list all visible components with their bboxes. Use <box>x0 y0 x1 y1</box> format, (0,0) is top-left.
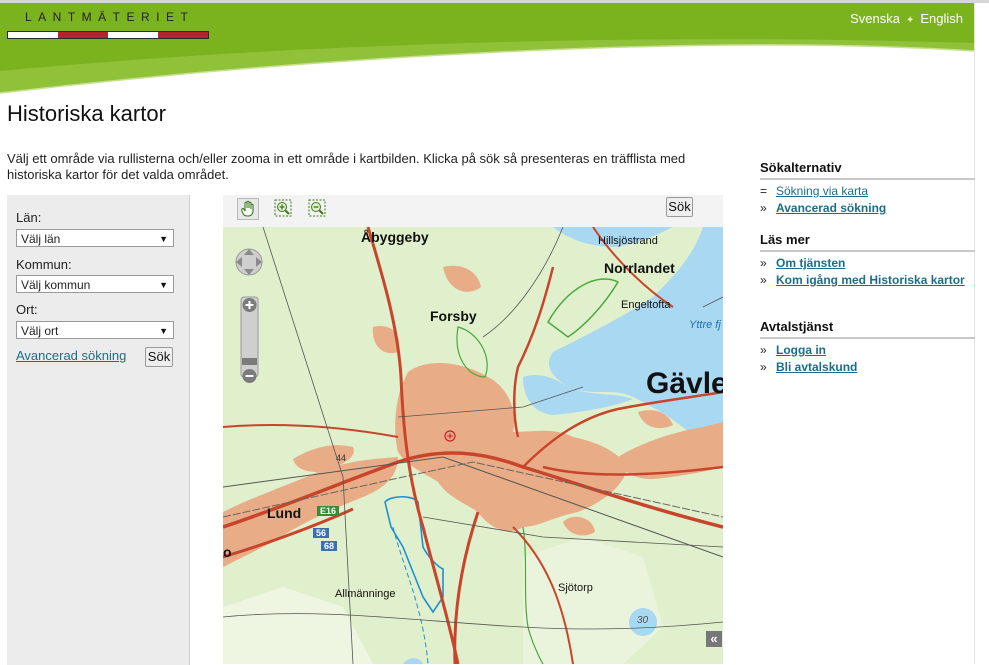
map-search-button[interactable]: Sök <box>666 197 693 217</box>
place-label: Åbyggeby <box>361 229 429 245</box>
place-label: Sjötorp <box>558 582 593 594</box>
sidebar-agreement: Avtalstjänst » Logga in » Bli avtalskund <box>760 319 975 375</box>
sidebar-item-get-started[interactable]: » Kom igång med Historiska kartor <box>760 272 975 288</box>
advanced-search-sidebar-link[interactable]: Avancerad sökning <box>776 201 886 215</box>
sidebar-item-advanced-search[interactable]: » Avancerad sökning <box>760 200 975 216</box>
logo-wordmark[interactable]: LANTMÄTERIET <box>25 10 194 24</box>
map-canvas <box>223 227 723 664</box>
bullet: » <box>760 343 767 357</box>
zoom-out-box-icon[interactable] <box>307 198 329 220</box>
sidebar-heading: Läs mer <box>760 232 975 252</box>
chevron-down-icon: ▼ <box>159 234 168 244</box>
advanced-search-link[interactable]: Avancerad sökning <box>16 348 126 363</box>
road-sign-68: 68 <box>321 541 338 551</box>
place-label: Hillsjöstrand <box>598 235 658 247</box>
kommun-select-value: Välj kommun <box>21 278 91 292</box>
intro-text: Välj ett område via rullisterna och/elle… <box>7 151 686 182</box>
sidebar-read-more: Läs mer » Om tjänsten » Kom igång med Hist… <box>760 232 975 288</box>
form-search-button[interactable]: Sök <box>145 347 173 367</box>
lan-label: Län: <box>16 210 42 225</box>
sidebar-heading: Sökalternativ <box>760 160 975 180</box>
lan-select-value: Välj län <box>21 232 61 246</box>
lang-separator: ✦ <box>905 15 915 26</box>
sidebar-search-options: Sökalternativ = Sökning via karta » Avance… <box>760 160 975 216</box>
page-title: Historiska kartor <box>7 101 166 126</box>
zoom-in-box-icon[interactable] <box>273 198 295 220</box>
place-label: o <box>223 544 232 560</box>
bullet: = <box>760 184 768 198</box>
city-label: Gävle <box>646 367 723 400</box>
water-label: Yttre fj <box>689 319 721 331</box>
sidebar-heading: Avtalstjänst <box>760 319 975 339</box>
sidebar-item-become-customer[interactable]: » Bli avtalskund <box>760 359 975 375</box>
map-number-label: 44 <box>336 453 347 463</box>
ort-label: Ort: <box>16 302 38 317</box>
lake-depth-label: 30 <box>637 615 649 626</box>
road-sign-56: 56 <box>313 528 330 538</box>
bullet: » <box>760 201 767 215</box>
place-label: Allmänninge <box>335 588 396 600</box>
place-label: Forsby <box>430 308 477 324</box>
map-collapse-button[interactable]: « <box>706 631 722 647</box>
map-view[interactable]: Åbyggeby Hillsjöstrand Norrlandet Engelt… <box>223 227 723 664</box>
search-form-panel: Län: Välj län ▼ Kommun: Välj kommun ▼ Ort:… <box>7 195 190 665</box>
map-search-link[interactable]: Sökning via karta <box>776 184 868 198</box>
map-toolbar: Sök <box>223 195 723 227</box>
lan-select[interactable]: Välj län ▼ <box>16 229 174 247</box>
sidebar-item-map-search[interactable]: = Sökning via karta <box>760 183 975 199</box>
ort-select-value: Välj ort <box>21 324 59 338</box>
sidebar-item-login[interactable]: » Logga in <box>760 342 975 358</box>
place-label: Norrlandet <box>604 260 675 276</box>
place-label: Lund <box>267 505 302 521</box>
kommun-select[interactable]: Välj kommun ▼ <box>16 275 174 293</box>
lang-english-link[interactable]: English <box>920 11 963 26</box>
chevron-down-icon: ▼ <box>159 280 168 290</box>
become-customer-link[interactable]: Bli avtalskund <box>776 360 857 374</box>
lang-svenska-link[interactable]: Svenska <box>850 11 900 26</box>
login-link[interactable]: Logga in <box>776 343 826 357</box>
kommun-label: Kommun: <box>16 257 72 272</box>
site-header: LANTMÄTERIET Svenska ✦ English <box>0 3 975 95</box>
chevron-down-icon: ▼ <box>159 326 168 336</box>
window-scrollbar[interactable] <box>974 3 989 664</box>
hand-pan-icon[interactable] <box>237 198 259 220</box>
get-started-link[interactable]: Kom igång med Historiska kartor <box>776 273 965 287</box>
language-switcher: Svenska ✦ English <box>850 11 963 26</box>
about-service-link[interactable]: Om tjänsten <box>776 256 845 270</box>
place-label: Engeltofta <box>621 299 671 311</box>
logo-bar <box>7 31 209 39</box>
bullet: » <box>760 273 767 287</box>
sidebar-item-about[interactable]: » Om tjänsten <box>760 255 975 271</box>
road-sign-e16: E16 <box>317 506 340 516</box>
bullet: » <box>760 256 767 270</box>
bullet: » <box>760 360 767 374</box>
ort-select[interactable]: Välj ort ▼ <box>16 321 174 339</box>
